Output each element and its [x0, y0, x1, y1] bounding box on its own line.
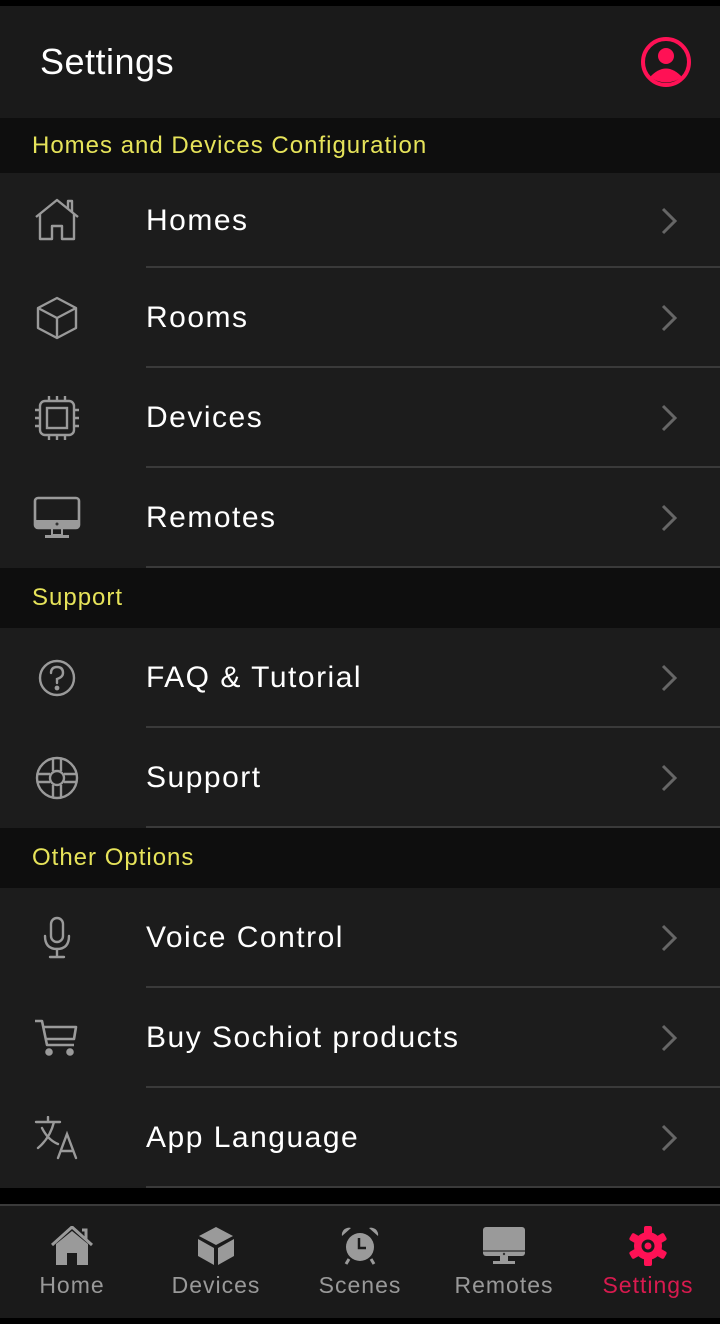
divider — [146, 1186, 720, 1188]
tab-label: Scenes — [318, 1271, 402, 1298]
cube-icon — [194, 1226, 238, 1266]
settings-item-label: Rooms — [146, 301, 249, 334]
tab-label: Devices — [171, 1271, 261, 1298]
settings-item-rooms[interactable]: Rooms — [0, 268, 720, 368]
cube-icon — [32, 293, 82, 343]
divider — [146, 826, 720, 828]
settings-item-label: App Language — [146, 1121, 360, 1154]
settings-item-voice-control[interactable]: Voice Control — [0, 888, 720, 988]
tab-scenes[interactable]: Scenes — [288, 1206, 432, 1318]
microphone-icon — [32, 913, 82, 963]
settings-item-label: Remotes — [146, 501, 277, 534]
settings-item-support[interactable]: Support — [0, 728, 720, 828]
tab-label: Home — [39, 1271, 105, 1298]
tab-devices[interactable]: Devices — [144, 1206, 288, 1318]
question-circle-icon — [32, 653, 82, 703]
translate-icon — [32, 1113, 82, 1163]
tab-label: Settings — [602, 1271, 694, 1298]
tab-home[interactable]: Home — [0, 1206, 144, 1318]
alarm-clock-icon — [338, 1226, 382, 1266]
chevron-right-icon — [661, 404, 678, 432]
settings-item-label: Support — [146, 761, 262, 794]
divider — [146, 566, 720, 568]
cart-icon — [32, 1013, 82, 1063]
settings-item-homes[interactable]: Homes — [0, 173, 720, 268]
nav-bar-spacer — [0, 1318, 720, 1324]
house-icon — [32, 196, 82, 246]
section-header-support: Support — [0, 568, 720, 628]
tab-label: Remotes — [454, 1271, 554, 1298]
settings-item-buy-products[interactable]: Buy Sochiot products — [0, 988, 720, 1088]
settings-item-label: Buy Sochiot products — [146, 1021, 460, 1054]
account-circle-icon[interactable] — [640, 36, 692, 88]
home-icon — [50, 1225, 94, 1266]
settings-item-label: FAQ & Tutorial — [146, 661, 363, 694]
chevron-right-icon — [661, 764, 678, 792]
settings-item-devices[interactable]: Devices — [0, 368, 720, 468]
page-title: Settings — [40, 41, 175, 82]
section-header-other-options: Other Options — [0, 828, 720, 888]
monitor-icon — [482, 1226, 526, 1266]
settings-item-label: Voice Control — [146, 921, 344, 954]
tab-settings[interactable]: Settings — [576, 1206, 720, 1318]
lifebuoy-icon — [32, 753, 82, 803]
monitor-icon — [32, 493, 82, 543]
chevron-right-icon — [661, 1124, 678, 1152]
chevron-right-icon — [661, 1024, 678, 1052]
app-header: Settings — [0, 6, 720, 118]
chevron-right-icon — [661, 207, 678, 234]
gear-icon — [626, 1225, 670, 1266]
chevron-right-icon — [661, 304, 678, 332]
settings-item-label: Devices — [146, 401, 264, 434]
settings-item-remotes[interactable]: Remotes — [0, 468, 720, 568]
section-header-homes-devices: Homes and Devices Configuration — [0, 118, 720, 173]
settings-item-faq[interactable]: FAQ & Tutorial — [0, 628, 720, 728]
chevron-right-icon — [661, 664, 678, 692]
bottom-tab-bar: Home Devices Scenes Remotes Settings — [0, 1204, 720, 1318]
chip-icon — [32, 393, 82, 443]
settings-item-label: Homes — [146, 203, 249, 237]
chevron-right-icon — [661, 924, 678, 952]
tab-remotes[interactable]: Remotes — [432, 1206, 576, 1318]
settings-item-app-language[interactable]: App Language — [0, 1088, 720, 1188]
chevron-right-icon — [661, 504, 678, 532]
